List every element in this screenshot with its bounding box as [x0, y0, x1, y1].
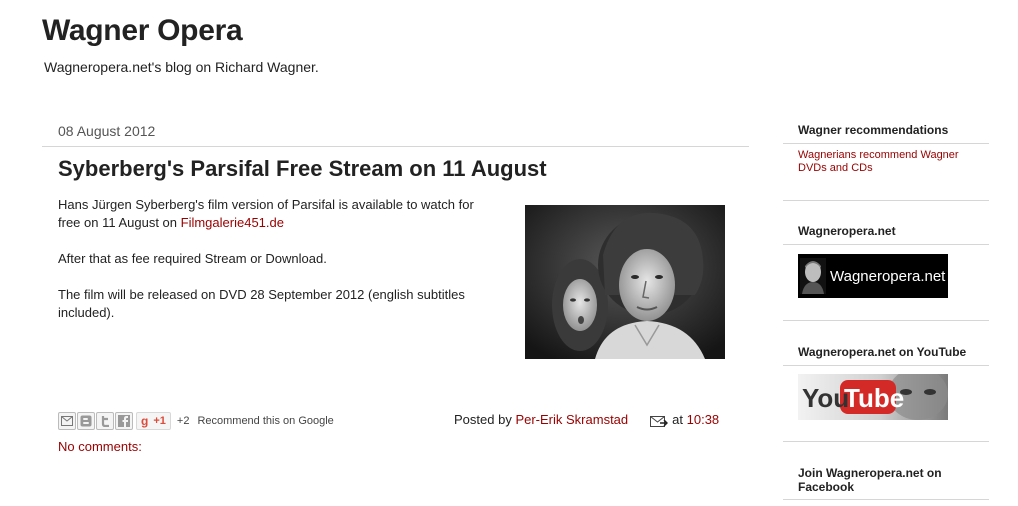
- posted-by-label: Posted by: [454, 412, 512, 427]
- blogger-icon[interactable]: [77, 412, 95, 430]
- blog-title[interactable]: Wagner Opera: [42, 14, 243, 48]
- google-plus-one-button[interactable]: g +1: [136, 412, 171, 430]
- date-divider: [42, 146, 749, 147]
- sidebar-recommendations-title: Wagner recommendations: [798, 123, 949, 137]
- wagner-portrait-icon: [800, 258, 826, 294]
- post-date: 08 August 2012: [58, 123, 156, 139]
- sidebar-divider: [783, 499, 989, 500]
- facebook-icon[interactable]: [115, 412, 133, 430]
- google-plus-icon: g: [141, 414, 149, 428]
- wagneropera-badge[interactable]: Wagneropera.net: [798, 254, 948, 298]
- youtube-badge[interactable]: You Tube: [798, 374, 948, 420]
- post-body: Hans Jürgen Syberberg's film version of …: [58, 196, 498, 340]
- sidebar-divider: [783, 365, 989, 366]
- author-link[interactable]: Per-Erik Skramstad: [515, 412, 628, 427]
- at-label: at: [672, 412, 683, 427]
- sidebar-divider: [783, 320, 989, 321]
- email-post-icon[interactable]: [650, 414, 669, 428]
- sidebar-divider: [783, 143, 989, 144]
- youtube-logo-text: You: [802, 383, 849, 413]
- sidebar-facebook-title: Join Wagneropera.net on Facebook: [798, 466, 942, 494]
- plus-one-count: +2: [176, 415, 190, 427]
- post-footer: Posted by Per-Erik Skramstad at 10:38: [454, 412, 719, 427]
- plus-one-label: +1: [153, 415, 166, 427]
- sidebar-wagneropera-title: Wagneropera.net: [798, 224, 896, 238]
- svg-text:Tube: Tube: [844, 383, 904, 413]
- recommendations-link[interactable]: Wagnerians recommend Wagner DVDs and CDs: [798, 149, 978, 175]
- blog-description: Wagneropera.net's blog on Richard Wagner…: [44, 59, 319, 75]
- sidebar-youtube-title: Wagneropera.net on YouTube: [798, 345, 967, 359]
- recommend-text: Recommend this on Google: [197, 415, 334, 427]
- wagneropera-badge-text: Wagneropera.net: [830, 267, 946, 285]
- post-title[interactable]: Syberberg's Parsifal Free Stream on 11 A…: [58, 156, 547, 182]
- sidebar-divider: [783, 441, 989, 442]
- post-paragraph: Hans Jürgen Syberberg's film version of …: [58, 196, 498, 232]
- filmgalerie-link[interactable]: Filmgalerie451.de: [181, 215, 284, 230]
- share-bar: g +1 +2 Recommend this on Google: [58, 412, 334, 430]
- email-icon[interactable]: [58, 412, 76, 430]
- sidebar-divider: [783, 200, 989, 201]
- sidebar-divider: [783, 244, 989, 245]
- post-paragraph: The film will be released on DVD 28 Sept…: [58, 287, 465, 320]
- parsifal-film-still-image[interactable]: [525, 205, 725, 359]
- post-time-link[interactable]: 10:38: [687, 412, 720, 427]
- post-paragraph: After that as fee required Stream or Dow…: [58, 251, 327, 266]
- comments-link[interactable]: No comments:: [58, 439, 142, 454]
- twitter-icon[interactable]: [96, 412, 114, 430]
